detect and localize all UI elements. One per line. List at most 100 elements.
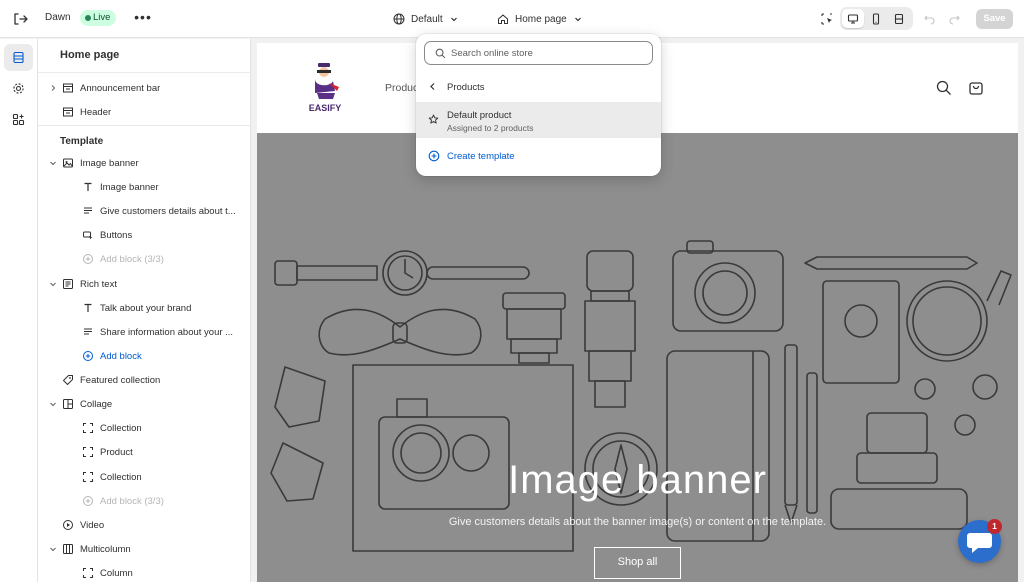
sidebar-title: Home page xyxy=(60,49,120,61)
create-template-button[interactable]: Create template xyxy=(416,148,661,166)
paragraph-icon xyxy=(84,207,92,214)
left-rail xyxy=(0,39,38,582)
sidebar-item-video[interactable]: Video xyxy=(38,513,250,537)
chevron-down-icon[interactable] xyxy=(49,280,57,288)
sidebar-item-label: Announcement bar xyxy=(80,83,161,94)
search-icon[interactable] xyxy=(935,79,953,97)
paragraph-icon xyxy=(84,328,92,335)
page-selector-label: Home page xyxy=(515,13,567,25)
add-icon xyxy=(83,496,93,506)
block-item-label: Buttons xyxy=(100,230,133,241)
inspector-icon[interactable] xyxy=(817,10,837,28)
sections-sidebar: Home page Announcement bar Header Templa… xyxy=(38,39,251,582)
fullscreen-view-icon[interactable] xyxy=(888,9,910,28)
image-banner[interactable]: Image banner Give customers details abou… xyxy=(257,133,1018,582)
add-block-button[interactable]: Add block xyxy=(38,344,250,368)
block-item-label: Give customers details about t... xyxy=(100,206,236,217)
add-block-label: Add block xyxy=(100,351,142,362)
sidebar-item-label: Video xyxy=(80,520,105,531)
section-icon xyxy=(63,83,73,93)
search-icon xyxy=(435,48,446,59)
block-item[interactable]: Collection xyxy=(38,465,250,489)
page-selector[interactable]: Home page xyxy=(497,10,583,28)
add-block-button[interactable]: Add block (3/3) xyxy=(38,489,250,513)
search-field[interactable] xyxy=(424,41,653,65)
store-logo[interactable]: EASIFY xyxy=(305,61,345,115)
sidebar-item-header[interactable]: Header xyxy=(38,100,250,124)
desktop-view-icon[interactable] xyxy=(842,9,864,28)
globe-icon xyxy=(393,13,405,25)
nav-link-products[interactable]: Produc xyxy=(385,82,418,94)
add-block-label: Add block (3/3) xyxy=(100,254,164,265)
home-icon xyxy=(498,14,508,24)
block-item-label: Collection xyxy=(100,423,142,434)
apps-icon[interactable] xyxy=(4,106,33,133)
chevron-down-icon xyxy=(574,17,581,22)
logo-text: EASIFY xyxy=(309,103,342,113)
block-item[interactable]: Image banner xyxy=(38,175,250,199)
sidebar-item-featured-collection[interactable]: Featured collection xyxy=(38,368,250,392)
device-toggle-group xyxy=(840,7,913,30)
sections-icon[interactable] xyxy=(4,44,33,71)
redo-icon[interactable] xyxy=(944,10,964,28)
save-button[interactable]: Save xyxy=(976,9,1013,29)
sidebar-item-label: Multicolumn xyxy=(80,544,131,555)
undo-icon[interactable] xyxy=(920,10,940,28)
section-icon xyxy=(63,107,73,117)
block-item-label: Talk about your brand xyxy=(100,303,192,314)
frame-icon xyxy=(83,472,93,482)
sidebar-item-announcement-bar[interactable]: Announcement bar xyxy=(38,76,250,100)
sidebar-item-label: Image banner xyxy=(80,158,139,169)
template-option-subtitle: Assigned to 2 products xyxy=(447,123,534,133)
block-item-label: Column xyxy=(100,568,133,579)
divider xyxy=(38,125,250,126)
sidebar-item-collage[interactable]: Collage xyxy=(38,392,250,416)
theme-name: Dawn xyxy=(45,12,71,23)
easify-logo-icon: EASIFY xyxy=(309,63,342,113)
sidebar-item-label: Featured collection xyxy=(80,375,161,386)
sidebar-item-label: Header xyxy=(80,107,112,118)
cart-icon[interactable] xyxy=(967,79,985,97)
add-block-button[interactable]: Add block (3/3) xyxy=(38,247,250,271)
top-bar: Dawn Live ••• Default Home page Save xyxy=(0,0,1024,38)
search-input[interactable] xyxy=(451,45,646,61)
sidebar-item-multicolumn[interactable]: Multicolumn xyxy=(38,537,250,561)
chevron-down-icon[interactable] xyxy=(49,400,57,408)
block-item[interactable]: Give customers details about t... xyxy=(38,199,250,223)
sidebar-item-label: Rich text xyxy=(80,279,117,290)
back-label: Products xyxy=(447,82,485,93)
chevron-down-icon[interactable] xyxy=(49,545,57,553)
template-selector[interactable]: Default xyxy=(393,10,459,28)
columns-icon xyxy=(63,544,73,554)
block-item-label: Collection xyxy=(100,472,142,483)
block-item[interactable]: Share information about your ... xyxy=(38,320,250,344)
mobile-view-icon[interactable] xyxy=(865,9,887,28)
template-option-default-product[interactable]: Default product Assigned to 2 products xyxy=(416,102,661,138)
block-item[interactable]: Column xyxy=(38,561,250,582)
block-item[interactable]: Buttons xyxy=(38,223,250,247)
block-item-label: Share information about your ... xyxy=(100,327,234,338)
block-item[interactable]: Collection xyxy=(38,416,250,440)
back-to-products-button[interactable]: Products xyxy=(416,77,661,97)
text-icon xyxy=(84,182,92,191)
more-actions-button[interactable]: ••• xyxy=(133,9,153,29)
chevron-down-icon xyxy=(450,17,457,22)
sidebar-item-label: Collage xyxy=(80,399,113,410)
image-icon xyxy=(63,158,73,168)
sidebar-item-rich-text[interactable]: Rich text xyxy=(38,272,250,296)
chevron-down-icon[interactable] xyxy=(49,159,57,167)
sidebar-item-image-banner[interactable]: Image banner xyxy=(38,151,250,175)
block-item[interactable]: Talk about your brand xyxy=(38,296,250,320)
exit-icon[interactable] xyxy=(11,10,29,28)
block-item[interactable]: Product xyxy=(38,440,250,464)
template-selector-label: Default xyxy=(411,13,443,25)
add-icon xyxy=(428,150,440,162)
chevron-right-icon[interactable] xyxy=(49,84,57,92)
button-icon xyxy=(83,231,93,240)
add-icon xyxy=(83,351,93,361)
gear-icon[interactable] xyxy=(4,75,33,102)
star-icon xyxy=(428,114,439,124)
live-status-badge: Live xyxy=(80,10,117,26)
frame-icon xyxy=(83,447,93,457)
shop-all-button[interactable]: Shop all xyxy=(594,547,681,579)
